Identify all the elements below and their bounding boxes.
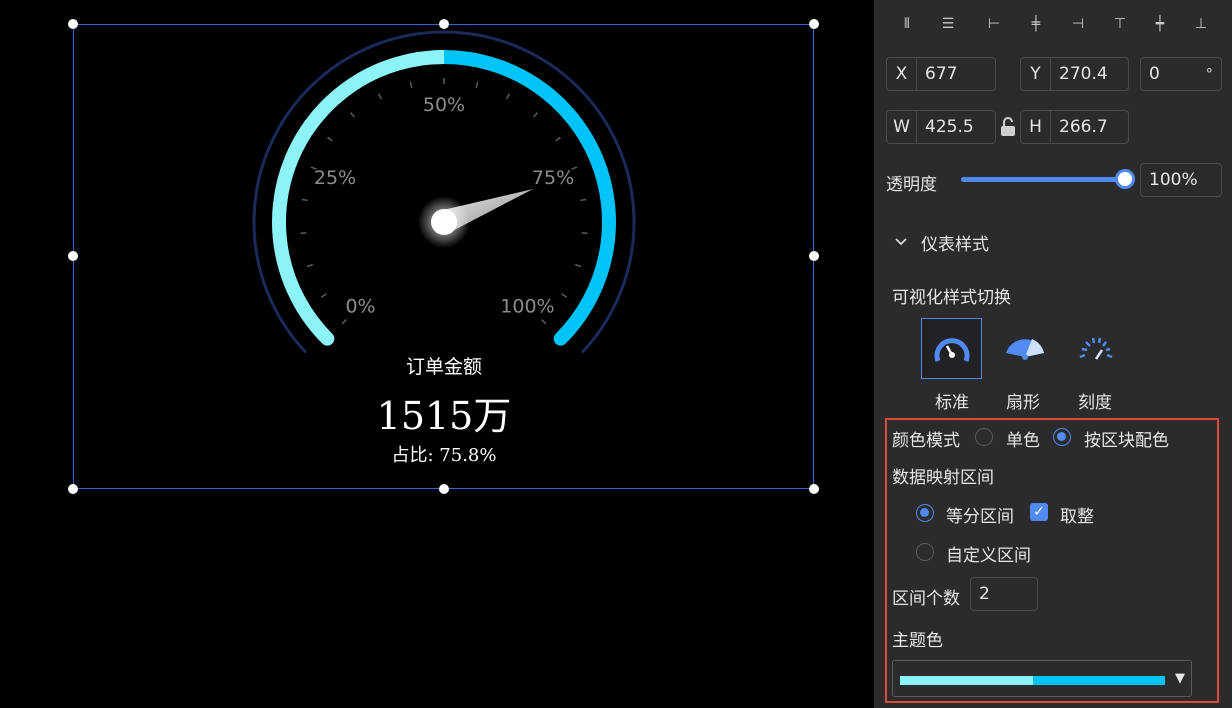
align-top-icon[interactable]: ⊤ (1106, 8, 1134, 40)
rotation-field[interactable]: 0 ° (1140, 57, 1222, 91)
resize-handle-top[interactable] (439, 19, 449, 29)
x-field[interactable]: X 677 (886, 57, 996, 91)
resize-handle-top-right[interactable] (809, 19, 819, 29)
w-label: W (887, 111, 917, 143)
theme-color-swatch (900, 676, 1165, 685)
style-switch-label: 可视化样式切换 (892, 288, 1011, 308)
opacity-slider-fill (961, 177, 1125, 182)
interval-count-input[interactable]: 2 (970, 577, 1038, 611)
style-option-fan[interactable] (994, 318, 1055, 379)
custom-interval-radio[interactable] (916, 543, 934, 561)
style-label-fan: 扇形 (1006, 393, 1040, 413)
resize-handle-right[interactable] (809, 251, 819, 261)
theme-color-swatch-2 (1032, 676, 1165, 685)
opacity-input[interactable]: 100% (1140, 163, 1222, 197)
distribute-vertical-icon[interactable]: ☰ (934, 8, 962, 40)
section-collapse-toggle[interactable]: 仪表样式 (893, 230, 989, 255)
color-mode-single-radio[interactable] (975, 428, 993, 446)
y-value[interactable]: 270.4 (1051, 64, 1128, 84)
gauge-metric-name: 订单金额 (405, 356, 482, 378)
color-mode-block-radio[interactable] (1053, 428, 1071, 446)
color-mode-label: 颜色模式 (892, 431, 960, 451)
gauge-standard-icon (934, 337, 969, 362)
resize-handle-bottom-left[interactable] (68, 484, 78, 494)
rotation-unit: ° (1205, 65, 1214, 83)
data-mapping-label: 数据映射区间 (892, 468, 994, 488)
interval-count-label: 区间个数 (892, 589, 960, 609)
gauge-scale-icon (1079, 337, 1112, 360)
resize-handle-bottom-right[interactable] (809, 484, 819, 494)
y-field[interactable]: Y 270.4 (1020, 57, 1129, 91)
canvas-area[interactable]: 0% 25% 50% 75% 100% 订单金额 1515万 占比: 75.8% (0, 0, 874, 708)
align-bottom-icon[interactable]: ⊥ (1187, 8, 1215, 40)
opacity-slider-handle[interactable] (1115, 169, 1135, 189)
rotation-value[interactable]: 0 (1141, 64, 1206, 84)
equal-interval-label[interactable]: 等分区间 (946, 502, 1014, 527)
opacity-slider[interactable] (961, 177, 1125, 182)
custom-interval-label[interactable]: 自定义区间 (946, 541, 1031, 566)
distribute-horizontal-icon[interactable]: ⫴ (893, 8, 921, 40)
alignment-toolbar: ⫴ ☰ ⊢ ╪ ⊣ ⊤ ┿ ⊥ (874, 8, 1232, 40)
chevron-down-icon (893, 233, 913, 252)
opacity-value[interactable]: 100% (1141, 170, 1221, 190)
align-left-icon[interactable]: ⊢ (980, 8, 1008, 40)
theme-color-swatch-1 (900, 676, 1033, 685)
round-checkbox[interactable]: ✓ (1030, 503, 1048, 521)
w-field[interactable]: W 425.5 (886, 110, 996, 144)
theme-color-select[interactable]: ▼ (892, 660, 1192, 697)
theme-color-label: 主题色 (892, 631, 943, 651)
style-label-scale: 刻度 (1078, 393, 1112, 413)
gauge-fan-icon (1005, 338, 1044, 360)
section-title: 仪表样式 (921, 234, 989, 255)
gauge-ratio: 占比: 75.8% (391, 445, 497, 466)
align-middle-vertical-icon[interactable]: ┿ (1146, 8, 1174, 40)
interval-count-value[interactable]: 2 (971, 584, 1037, 604)
gauge-metric-value: 1515万 (376, 394, 512, 438)
resize-handle-bottom[interactable] (439, 484, 449, 494)
x-value[interactable]: 677 (917, 64, 995, 84)
opacity-label: 透明度 (886, 175, 937, 195)
h-value[interactable]: 266.7 (1051, 117, 1128, 137)
style-label-standard: 标准 (935, 393, 969, 413)
x-label: X (887, 58, 917, 90)
align-center-horizontal-icon[interactable]: ╪ (1022, 8, 1050, 40)
h-label: H (1021, 111, 1051, 143)
align-right-icon[interactable]: ⊣ (1064, 8, 1092, 40)
resize-handle-left[interactable] (68, 251, 78, 261)
style-option-scale[interactable] (1065, 318, 1126, 379)
color-mode-single-label[interactable]: 单色 (1006, 426, 1040, 451)
dropdown-caret-icon: ▼ (1175, 671, 1185, 686)
w-value[interactable]: 425.5 (917, 117, 995, 137)
resize-handle-top-left[interactable] (68, 19, 78, 29)
aspect-lock-icon[interactable] (998, 116, 1018, 138)
round-label[interactable]: 取整 (1060, 502, 1094, 527)
equal-interval-radio[interactable] (916, 504, 934, 522)
h-field[interactable]: H 266.7 (1020, 110, 1129, 144)
y-label: Y (1021, 58, 1051, 90)
style-option-standard[interactable] (921, 318, 982, 379)
color-mode-block-label[interactable]: 按区块配色 (1084, 426, 1169, 451)
